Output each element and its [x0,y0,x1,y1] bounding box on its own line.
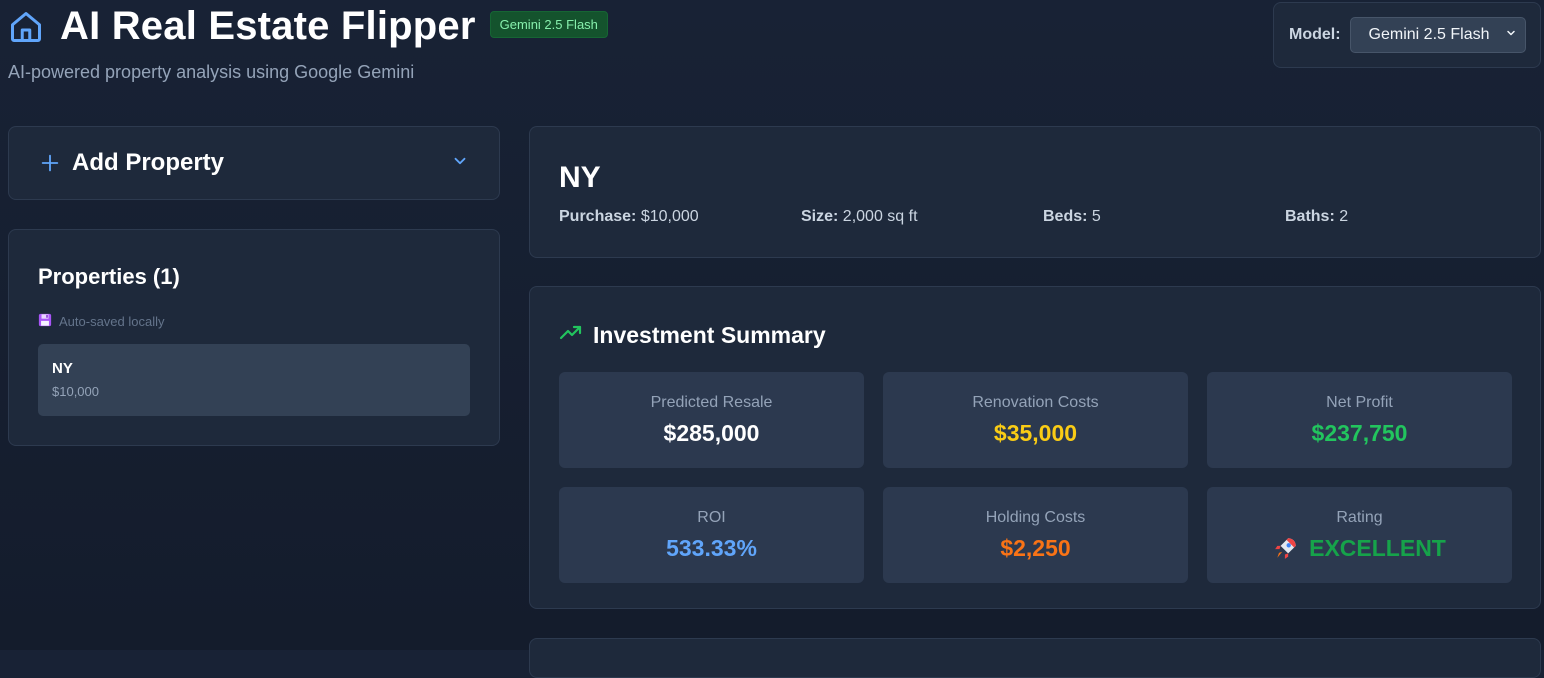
metric-value: 533.33% [666,534,757,561]
add-property-toggle[interactable]: Add Property [8,126,500,200]
size-field: Size: 2,000 sq ft [801,208,918,225]
metrics-grid: Predicted Resale $285,000 Renovation Cos… [559,372,1512,583]
floppy-disk-icon [38,313,52,330]
title-row: AI Real Estate Flipper Gemini 2.5 Flash [8,4,608,49]
beds-field: Beds: 5 [1043,208,1101,225]
rating-text: EXCELLENT [1309,534,1446,561]
properties-title: Properties (1) [38,264,180,289]
baths-field: Baths: 2 [1285,208,1349,225]
metric-label: Holding Costs [985,508,1086,526]
chevron-down-icon [1505,26,1517,44]
add-property-label: Add Property [72,149,225,176]
property-name: NY [52,360,73,377]
property-price: $10,000 [52,384,99,399]
model-badge: Gemini 2.5 Flash [489,11,608,38]
metric-label: ROI [697,508,726,526]
autosave-note: Auto-saved locally [38,313,470,330]
model-select-value: Gemini 2.5 Flash [1368,26,1490,43]
metric-roi: ROI 533.33% [559,487,864,583]
summary-title: Investment Summary [593,322,826,348]
purchase-field: Purchase: $10,000 [559,208,699,225]
property-title: NY [559,161,601,194]
autosave-text: Auto-saved locally [59,314,165,329]
property-facts: Purchase: $10,000 Size: 2,000 sq ft Beds… [559,208,1511,226]
model-label: Model: [1289,26,1341,43]
metric-net-profit: Net Profit $237,750 [1207,372,1512,468]
metric-value: $285,000 [663,419,760,446]
chevron-down-icon [451,152,469,175]
home-icon [8,6,46,48]
summary-header: Investment Summary [559,321,1511,350]
app-title: AI Real Estate Flipper [60,4,476,48]
trending-up-icon [559,321,583,350]
metric-holding-costs: Holding Costs $2,250 [883,487,1188,583]
rating-value-row: EXCELLENT [1273,535,1446,562]
model-select[interactable]: Gemini 2.5 Flash [1349,17,1526,53]
metric-label: Net Profit [1326,393,1393,411]
metric-label: Renovation Costs [972,393,1099,411]
app-subtitle: AI-powered property analysis using Googl… [8,62,415,82]
rocket-icon [1273,535,1299,561]
metric-value: $35,000 [993,419,1078,446]
app-header: AI Real Estate Flipper Gemini 2.5 Flash … [8,4,608,83]
metric-label: Predicted Resale [650,393,773,411]
next-section-panel [529,638,1541,678]
metric-renovation-costs: Renovation Costs $35,000 [883,372,1188,468]
metric-value: $2,250 [1000,534,1071,561]
metric-label: Rating [1336,508,1383,526]
plus-icon [39,152,61,174]
metric-rating: Rating EXCELLENT [1207,487,1512,583]
properties-panel: Properties (1) Auto-saved locally NY $10… [8,229,500,446]
metric-value: $237,750 [1311,419,1408,446]
property-detail-panel: NY Purchase: $10,000 Size: 2,000 sq ft B… [529,126,1541,258]
property-list-item[interactable]: NY $10,000 [38,344,470,416]
model-selector-panel: Model: Gemini 2.5 Flash [1273,2,1541,68]
investment-summary-panel: Investment Summary Predicted Resale $285… [529,286,1541,609]
metric-predicted-resale: Predicted Resale $285,000 [559,372,864,468]
